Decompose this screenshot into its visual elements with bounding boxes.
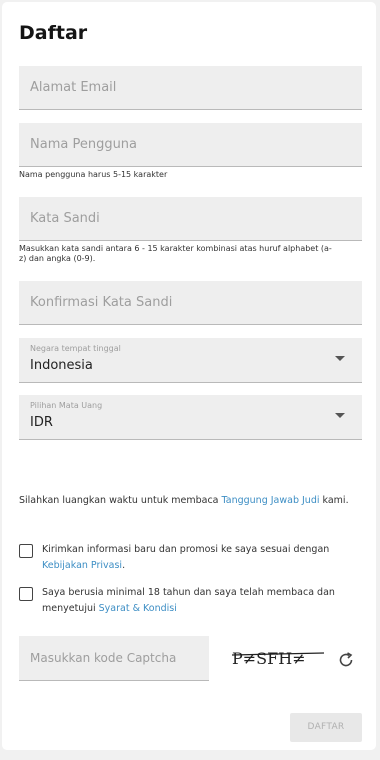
age-checkbox[interactable]	[19, 587, 33, 601]
page-title: Daftar	[19, 22, 88, 44]
promo-text: Kirimkan informasi baru dan promosi ke s…	[42, 542, 360, 574]
refresh-icon[interactable]	[337, 651, 355, 669]
promo-text-suffix: .	[122, 560, 126, 571]
password-hint: Masukkan kata sandi antara 6 - 15 karakt…	[19, 244, 332, 263]
age-checkbox-row: Saya berusia minimal 18 tahun dan saya t…	[19, 585, 360, 617]
country-value: Indonesia	[30, 358, 93, 373]
confirm-password-placeholder: Konfirmasi Kata Sandi	[30, 295, 173, 310]
age-text-main: Saya berusia minimal 18 tahun dan saya t…	[42, 587, 335, 614]
country-label: Negara tempat tinggal	[30, 344, 121, 353]
currency-label: Pilihan Mata Uang	[30, 401, 103, 410]
promo-text-main: Kirimkan informasi baru dan promosi ke s…	[42, 544, 330, 555]
confirm-password-field[interactable]: Konfirmasi Kata Sandi	[19, 281, 362, 325]
caret-down-icon	[335, 356, 345, 361]
responsible-gambling-link[interactable]: Tanggung Jawab Judi	[222, 495, 320, 506]
password-placeholder: Kata Sandi	[30, 211, 100, 226]
username-hint: Nama pengguna harus 5-15 karakter	[19, 170, 168, 179]
registration-card: Daftar Alamat Email Nama Pengguna Nama p…	[2, 2, 376, 750]
caret-down-icon	[335, 413, 345, 418]
privacy-policy-link[interactable]: Kebijakan Privasi	[42, 560, 122, 571]
username-field[interactable]: Nama Pengguna	[19, 123, 362, 167]
captcha-input[interactable]: Masukkan kode Captcha	[19, 636, 209, 681]
promo-checkbox-row: Kirimkan informasi baru dan promosi ke s…	[19, 542, 360, 574]
email-placeholder: Alamat Email	[30, 80, 117, 95]
register-button[interactable]: DAFTAR	[290, 713, 362, 742]
captcha-image-text: P≠SFH≠	[232, 649, 306, 668]
username-placeholder: Nama Pengguna	[30, 137, 138, 152]
password-field[interactable]: Kata Sandi	[19, 197, 362, 241]
age-text: Saya berusia minimal 18 tahun dan saya t…	[42, 585, 360, 617]
currency-value: IDR	[30, 415, 53, 430]
captcha-image: P≠SFH≠	[231, 649, 325, 668]
captcha-placeholder: Masukkan kode Captcha	[30, 651, 177, 665]
email-field[interactable]: Alamat Email	[19, 66, 362, 110]
promo-checkbox[interactable]	[19, 544, 33, 558]
currency-select[interactable]: Pilihan Mata Uang IDR	[19, 395, 362, 440]
notice-text: Silahkan luangkan waktu untuk membaca	[19, 495, 222, 506]
country-select[interactable]: Negara tempat tinggal Indonesia	[19, 338, 362, 383]
responsible-gambling-notice: Silahkan luangkan waktu untuk membaca Ta…	[19, 492, 359, 510]
terms-link[interactable]: Syarat & Kondisi	[99, 603, 177, 614]
notice-suffix: kami.	[319, 495, 349, 506]
